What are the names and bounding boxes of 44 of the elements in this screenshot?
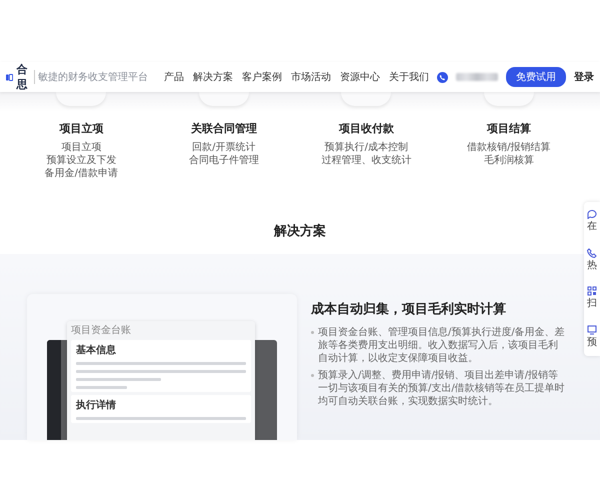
feature-item: 预算设立及下发 <box>46 154 116 167</box>
feature-title: 项目立项 <box>59 121 104 136</box>
feature-item: 预算执行/成本控制 <box>324 141 408 154</box>
logo-icon <box>6 72 14 82</box>
tagline: 敏捷的财务收支管理平台 <box>34 70 148 84</box>
section-title: 解决方案 <box>274 224 326 239</box>
blurred-text-line <box>76 386 127 389</box>
logo-text: 合思 <box>16 62 28 92</box>
panel-title: 执行详情 <box>76 398 117 412</box>
bullet-text: 预算录入/调整、费用申请/报销、项目出差申请/报销等一切与该项目有关的预算/支出/借款核销等在员工提单时均可自动关联台账，实现数据实时统计。 <box>318 369 566 408</box>
blurred-phone-number <box>456 73 498 81</box>
free-trial-button[interactable]: 免费试用 <box>506 67 566 87</box>
login-link[interactable]: 登录 <box>574 70 594 84</box>
bullet-dot <box>311 374 314 377</box>
feature-item: 回款/开票统计 <box>192 141 256 154</box>
feature-item: 备用金/借款申请 <box>44 167 118 180</box>
feature-title: 项目结算 <box>486 121 531 136</box>
phone-icon <box>437 72 448 82</box>
bullet-text: 项目资金台账、管理项目信息/预算执行进度/备用金、差旅等各类费用支出明细。收入数据写入后，该项目毛利自动计算，以收定支保障项目收益。 <box>318 326 566 365</box>
side-tool[interactable]: 在 <box>587 209 597 234</box>
nav-link[interactable]: 解决方案 <box>193 70 233 84</box>
feature-item: 项目立项 <box>61 141 102 154</box>
solution-heading: 成本自动归集，项目毛利实时计算 <box>311 300 507 318</box>
side-tool[interactable]: 扫 <box>587 286 597 310</box>
nav-link[interactable]: 市场活动 <box>291 70 331 84</box>
feature-item: 毛利润核算 <box>484 154 534 167</box>
feature-item: 借款核销/报销结算 <box>467 141 550 154</box>
nav-link[interactable]: 关于我们 <box>389 70 429 84</box>
dialog-title: 项目资金台账 <box>71 324 132 337</box>
panel-title: 基本信息 <box>76 344 117 357</box>
feature-title: 关联合同管理 <box>190 121 257 136</box>
bullet-dot <box>311 331 314 334</box>
feature-item: 过程管理、收支统计 <box>321 154 412 167</box>
side-tool[interactable]: 预 <box>587 324 597 349</box>
phone-icon <box>587 248 597 258</box>
monitor-icon <box>587 324 597 335</box>
feature-title: 项目收付款 <box>338 121 394 136</box>
nav-link[interactable]: 产品 <box>164 70 184 84</box>
nav-link[interactable]: 客户案例 <box>242 70 282 84</box>
feature-item: 合同电子件管理 <box>188 154 259 167</box>
chat-icon <box>587 209 597 220</box>
side-tool[interactable]: 热 <box>587 248 597 272</box>
qr-code-icon <box>587 286 597 296</box>
nav-link[interactable]: 资源中心 <box>340 70 380 84</box>
